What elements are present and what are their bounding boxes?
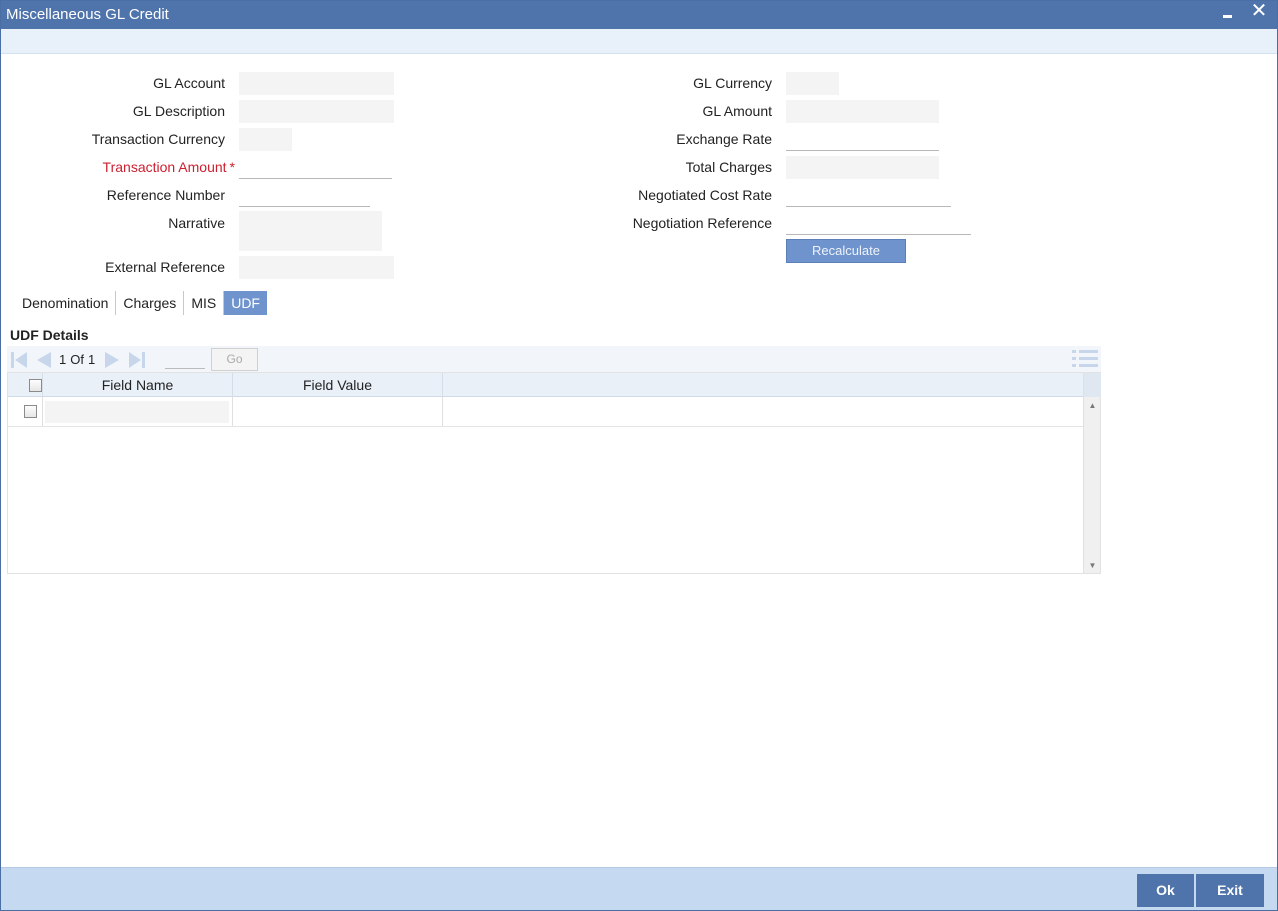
tab-denomination[interactable]: Denomination [15,291,117,315]
close-icon[interactable]: ✕ [1250,0,1268,22]
total-charges-field[interactable] [786,156,939,179]
scroll-up-icon[interactable]: ▲ [1088,401,1097,410]
list-view-icon[interactable] [1072,349,1098,369]
page-of-label: Of [70,352,84,367]
field-value-input[interactable] [235,401,439,423]
scrollbar-header-block [1084,373,1101,397]
transaction-currency-label: Transaction Currency [91,131,225,147]
page-total: 1 [87,352,96,367]
tab-strip: Denomination Charges MIS UDF [15,291,267,315]
dialog-window: Miscellaneous GL Credit ✕ GL Account GL … [0,0,1278,911]
negotiation-reference-label: Negotiation Reference [632,215,772,231]
first-page-icon[interactable] [9,350,29,370]
negotiation-reference-field[interactable] [786,212,971,235]
page-current: 1 [59,352,67,367]
udf-table: Field Name Field Value ▲ ▼ [7,372,1101,574]
field-value-cell [233,397,443,426]
gl-account-label: GL Account [153,75,225,91]
go-button[interactable]: Go [211,348,258,371]
ok-button[interactable]: Ok [1137,874,1194,907]
last-page-icon[interactable] [127,350,147,370]
column-header-field-value[interactable]: Field Value [233,373,443,397]
reference-number-field[interactable] [239,184,370,207]
prev-page-icon[interactable] [33,350,53,370]
required-marker: * [229,159,235,175]
gl-account-field[interactable] [239,72,394,95]
transaction-amount-label-text: Transaction Amount [102,159,227,175]
tab-charges[interactable]: Charges [116,291,185,315]
exit-button[interactable]: Exit [1196,874,1264,907]
recalculate-button[interactable]: Recalculate [786,239,906,263]
field-name-cell [43,397,233,426]
footer-bar: Ok Exit [1,867,1277,910]
udf-pager: 1 Of 1 Go [7,346,1101,372]
gl-amount-field[interactable] [786,100,939,123]
select-all-cell [8,373,43,397]
narrative-label: Narrative [168,215,225,231]
external-reference-label: External Reference [105,259,225,275]
row-checkbox[interactable] [24,405,37,418]
scroll-down-icon[interactable]: ▼ [1088,561,1097,570]
negotiated-cost-rate-field[interactable] [786,184,951,207]
reference-number-label: Reference Number [106,187,225,203]
negotiated-cost-rate-label: Negotiated Cost Rate [638,187,772,203]
table-scrollbar[interactable]: ▲ ▼ [1083,373,1101,573]
select-all-checkbox[interactable] [29,379,42,392]
gl-currency-label: GL Currency [693,75,772,91]
exchange-rate-field[interactable] [786,128,939,151]
tab-mis[interactable]: MIS [184,291,225,315]
title-bar: Miscellaneous GL Credit ✕ [1,0,1277,29]
gl-description-field[interactable] [239,100,394,123]
transaction-currency-field[interactable] [239,128,292,151]
exchange-rate-label: Exchange Rate [676,131,772,147]
table-header: Field Name Field Value [8,373,1083,397]
transaction-amount-field[interactable] [239,156,392,179]
window-title: Miscellaneous GL Credit [6,6,169,23]
tab-udf[interactable]: UDF [224,291,267,315]
page-indicator: 1 Of 1 [59,352,99,367]
transaction-amount-label: Transaction Amount * [103,159,235,175]
minimize-icon[interactable] [1221,6,1237,22]
total-charges-label: Total Charges [685,159,772,175]
column-header-field-name[interactable]: Field Name [43,373,233,397]
udf-details-title: UDF Details [10,327,89,343]
toolbar-strip [1,29,1277,54]
field-name-input[interactable] [45,401,229,423]
external-reference-field[interactable] [239,256,394,279]
gl-description-label: GL Description [132,103,225,119]
table-row [8,397,1083,427]
goto-page-input[interactable] [165,349,205,369]
row-select-cell [8,397,43,426]
gl-currency-field[interactable] [786,72,839,95]
gl-amount-label: GL Amount [702,103,772,119]
next-page-icon[interactable] [103,350,123,370]
narrative-field[interactable] [239,211,382,251]
